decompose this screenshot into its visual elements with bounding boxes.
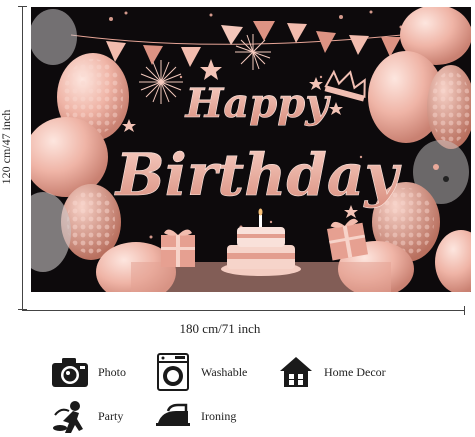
feature-washable: Washable [153,352,247,392]
backdrop-artwork: Happy Birthday [31,7,471,292]
feature-ironing: Ironing [153,396,236,436]
width-dimension-line [22,310,465,311]
house-icon [276,352,316,392]
headline-happy: Happy [185,80,332,127]
birthday-backdrop: Happy Birthday [31,7,471,292]
width-dimension-tick [464,306,465,315]
feature-label: Ironing [201,408,237,423]
headline-birthday: Birthday [114,141,403,209]
gift-box-left [161,229,195,267]
feature-home-decor: Home Decor [276,352,386,392]
feature-photo: Photo [50,352,126,392]
washing-machine-icon [153,352,193,392]
height-dimension-tick [18,6,27,7]
height-label: 120 cm/47 inch [0,109,13,185]
feature-label: Photo [98,364,127,379]
feature-party: Party [50,396,123,436]
height-dimension-line [22,6,23,310]
birthday-cake [221,208,301,276]
party-icon [50,396,90,436]
width-label: 180 cm/71 inch [179,321,261,336]
iron-icon [153,396,193,436]
gift-box-right [327,218,369,261]
crown-icon [324,69,366,102]
feature-label: Home Decor [324,364,386,379]
feature-label: Washable [201,364,248,379]
camera-icon [50,352,90,392]
feature-label: Party [98,408,124,423]
